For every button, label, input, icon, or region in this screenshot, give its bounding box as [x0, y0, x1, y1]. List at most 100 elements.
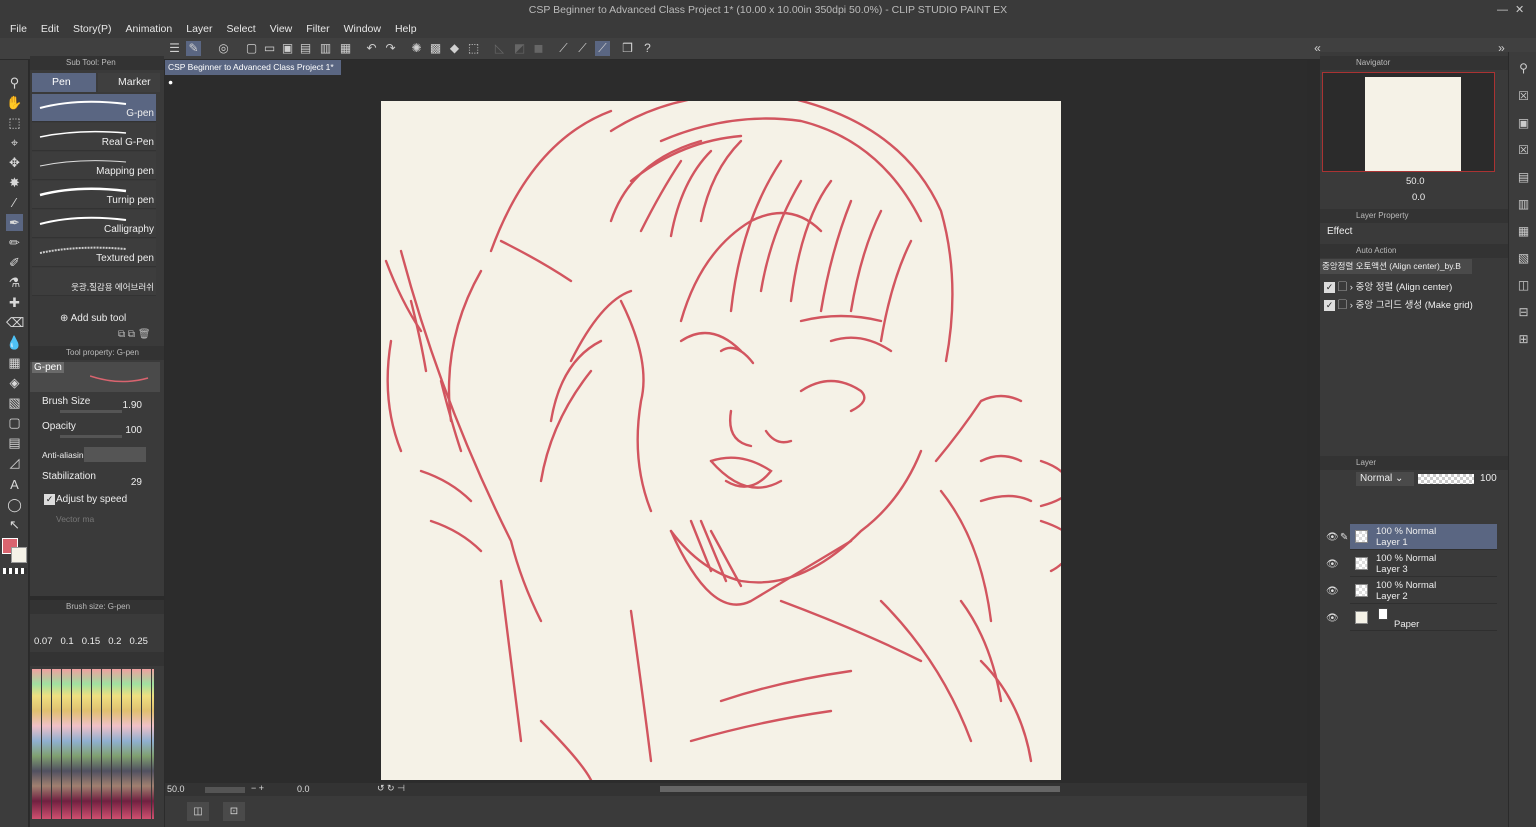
eye-icon[interactable]: 👁: [1326, 613, 1339, 624]
zoom-tool-icon[interactable]: ⚲: [6, 74, 23, 91]
open-file-icon[interactable]: ▭: [262, 41, 277, 56]
menu-edit[interactable]: Edit: [41, 23, 59, 35]
antialias-row[interactable]: Anti-aliasing: [30, 444, 164, 466]
navigator-zoom[interactable]: 50.0: [1406, 176, 1425, 187]
menu-file[interactable]: File: [10, 23, 27, 35]
horizontal-scrollbar[interactable]: [660, 786, 1060, 792]
invert-icon[interactable]: ◩: [512, 41, 527, 56]
material2-icon[interactable]: ▣: [1515, 115, 1532, 132]
export2-icon[interactable]: ▥: [318, 41, 333, 56]
autoaction-set-select[interactable]: 중앙정렬 오토액션 (Align center)_by.B: [1320, 259, 1472, 274]
opacity-row[interactable]: Opacity 100: [30, 419, 164, 441]
material6-icon[interactable]: ▦: [1515, 223, 1532, 240]
material-icon[interactable]: ☒: [1515, 88, 1532, 105]
undo-icon[interactable]: ↶: [364, 41, 379, 56]
eye-icon[interactable]: 👁: [1326, 559, 1339, 570]
deselect-icon[interactable]: ◺: [492, 41, 507, 56]
opacity-slider[interactable]: [60, 435, 122, 438]
magic-wand-icon[interactable]: ✸: [6, 174, 23, 191]
capture-icon[interactable]: ⊡: [223, 802, 245, 821]
antialias-selector[interactable]: [84, 447, 146, 462]
brush-size-preset[interactable]: 0.2: [108, 636, 121, 647]
minimize-icon[interactable]: —: [1497, 0, 1508, 20]
lasso-tool-icon[interactable]: ⌖: [6, 134, 23, 151]
autoaction-checkbox[interactable]: ✓: [1324, 300, 1335, 311]
rotate-icon[interactable]: ↺ ↻ ⊣: [377, 783, 405, 794]
zoom-out-icon[interactable]: − +: [251, 783, 264, 793]
layer-opacity-slider[interactable]: [1418, 474, 1474, 484]
snap-icon[interactable]: ⟋: [575, 41, 590, 56]
sub-color-swatch[interactable]: [11, 547, 27, 563]
pen-tool-icon[interactable]: ✒: [6, 214, 23, 231]
material4-icon[interactable]: ▤: [1515, 169, 1532, 186]
brush-tool-icon[interactable]: ✐: [6, 254, 23, 271]
brush-item[interactable]: Calligraphy: [32, 210, 156, 238]
menu-filter[interactable]: Filter: [306, 23, 329, 35]
menu-help[interactable]: Help: [395, 23, 417, 35]
eyedropper-icon[interactable]: ⁄: [6, 194, 23, 211]
adjust-speed-row[interactable]: ✓ Adjust by speed: [30, 492, 164, 514]
opacity-value[interactable]: 100: [125, 425, 142, 436]
balloon-tool-icon[interactable]: ◯: [6, 496, 23, 513]
material10-icon[interactable]: ⊞: [1515, 331, 1532, 348]
blend-tool-icon[interactable]: 💧: [6, 334, 23, 351]
layer-row[interactable]: 100 % Normal Layer 3: [1350, 551, 1497, 577]
layer-row[interactable]: 100 % Normal Layer 1: [1350, 524, 1497, 550]
decoration-tool-icon[interactable]: ✚: [6, 294, 23, 311]
autoaction-checkbox[interactable]: ✓: [1324, 282, 1335, 293]
menu-animation[interactable]: Animation: [126, 23, 173, 35]
menu-layer[interactable]: Layer: [186, 23, 212, 35]
brush-size-slider[interactable]: [60, 410, 122, 413]
snap-ruler-icon[interactable]: ⟋: [595, 41, 610, 56]
layer-opacity-value[interactable]: 100: [1480, 473, 1497, 484]
search-icon[interactable]: ⚲: [1515, 60, 1532, 77]
pencil-tool-icon[interactable]: ✏: [6, 234, 23, 251]
brush-size-preset[interactable]: 0.07: [34, 636, 53, 647]
navigator-angle[interactable]: 0.0: [1412, 192, 1425, 203]
add-sub-tool-button[interactable]: ⊕ Add sub tool: [60, 313, 126, 324]
tab-pen[interactable]: Pen: [32, 73, 96, 92]
vector-row[interactable]: Vector ma: [30, 512, 164, 534]
export3-icon[interactable]: ▦: [338, 41, 353, 56]
navigator-preview[interactable]: [1322, 72, 1495, 172]
shape-tool-icon[interactable]: ▢: [6, 414, 23, 431]
3d-icon[interactable]: ❒: [620, 41, 635, 56]
autoaction-item[interactable]: ✓ ▢ › 중앙 그리드 생성 (Make grid): [1324, 297, 1473, 311]
airbrush-tool-icon[interactable]: ⚗: [6, 274, 23, 291]
loading-icon[interactable]: ✺: [409, 41, 424, 56]
grid-icon[interactable]: ▩: [428, 41, 443, 56]
tab-marker[interactable]: Marker: [98, 73, 160, 92]
menu-select[interactable]: Select: [227, 23, 256, 35]
palette-tabs[interactable]: [30, 652, 164, 666]
copy-icon[interactable]: ⧉ ⧉ 🗑: [118, 329, 151, 340]
transparent-color-swatch[interactable]: [3, 568, 27, 574]
pen-mode-icon[interactable]: ✎: [186, 41, 201, 56]
mesh-tool-icon[interactable]: ▦: [6, 354, 23, 371]
eye-icon[interactable]: 👁: [1326, 586, 1339, 597]
brush-item[interactable]: Real G-Pen: [32, 123, 156, 151]
material5-icon[interactable]: ▥: [1515, 196, 1532, 213]
object-tool-icon[interactable]: ↖: [6, 516, 23, 533]
material8-icon[interactable]: ◫: [1515, 277, 1532, 294]
adjust-speed-checkbox[interactable]: ✓: [44, 494, 55, 505]
brush-size-preset[interactable]: 0.15: [82, 636, 101, 647]
gradient-tool-icon[interactable]: ▧: [6, 394, 23, 411]
redo-icon[interactable]: ↷: [383, 41, 398, 56]
material7-icon[interactable]: ▧: [1515, 250, 1532, 267]
selection-tool-icon[interactable]: ⬚: [6, 114, 23, 131]
clip-studio-icon[interactable]: ◎: [216, 41, 231, 56]
brush-item[interactable]: Textured pen: [32, 239, 156, 267]
material9-icon[interactable]: ⊟: [1515, 304, 1532, 321]
transform-icon[interactable]: ⬚: [466, 41, 481, 56]
ruler-tool-icon[interactable]: ◿: [6, 454, 23, 471]
frame-tool-icon[interactable]: ▤: [6, 434, 23, 451]
material3-icon[interactable]: ☒: [1515, 142, 1532, 159]
color-swatch-grid[interactable]: [32, 669, 154, 819]
menu-view[interactable]: View: [270, 23, 293, 35]
autoaction-item[interactable]: ✓ ▢ › 중앙 정렬 (Align center): [1324, 279, 1452, 293]
brush-item[interactable]: Turnip pen: [32, 181, 156, 209]
layer-row[interactable]: 100 % Normal Layer 2: [1350, 578, 1497, 604]
eye-icon[interactable]: 👁: [1326, 532, 1339, 543]
layout-icon[interactable]: ◫: [187, 802, 209, 821]
fill-tool-icon[interactable]: ◈: [6, 374, 23, 391]
